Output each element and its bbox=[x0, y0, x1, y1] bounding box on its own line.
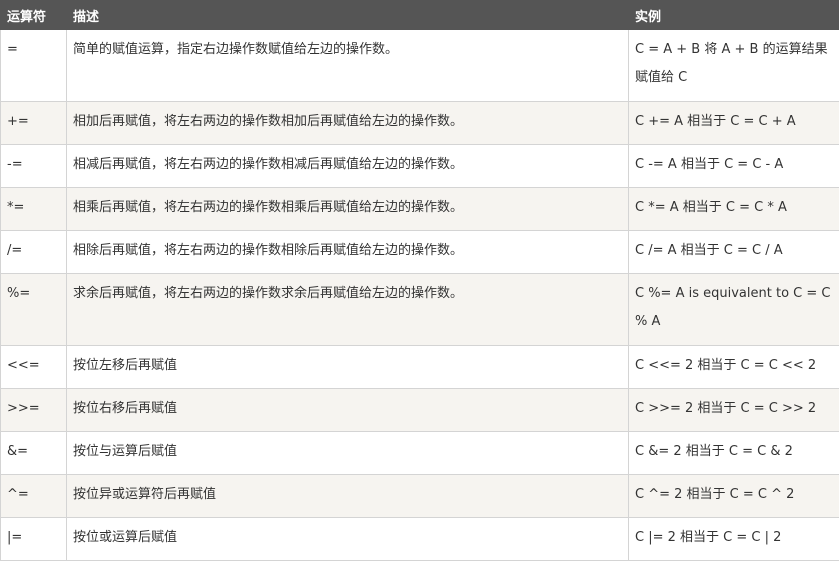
example-cell: C <<= 2 相当于 C = C << 2 bbox=[629, 346, 839, 389]
description-cell: 按位与运算后赋值 bbox=[67, 432, 629, 475]
operator-cell: = bbox=[1, 30, 67, 102]
description-cell: 按位异或运算符后再赋值 bbox=[67, 475, 629, 518]
example-cell: C /= A 相当于 C = C / A bbox=[629, 231, 839, 274]
table-row: *= 相乘后再赋值，将左右两边的操作数相乘后再赋值给左边的操作数。 C *= A… bbox=[1, 188, 839, 231]
operator-cell: %= bbox=[1, 274, 67, 346]
table-row: += 相加后再赋值，将左右两边的操作数相加后再赋值给左边的操作数。 C += A… bbox=[1, 102, 839, 145]
description-cell: 按位左移后再赋值 bbox=[67, 346, 629, 389]
operator-cell: <<= bbox=[1, 346, 67, 389]
description-cell: 相除后再赋值，将左右两边的操作数相除后再赋值给左边的操作数。 bbox=[67, 231, 629, 274]
table-header-row: 运算符 描述 实例 bbox=[1, 1, 839, 30]
example-cell: C &= 2 相当于 C = C & 2 bbox=[629, 432, 839, 475]
table-row: = 简单的赋值运算，指定右边操作数赋值给左边的操作数。 C = A + B 将 … bbox=[1, 30, 839, 102]
example-cell: C ^= 2 相当于 C = C ^ 2 bbox=[629, 475, 839, 518]
header-operator: 运算符 bbox=[1, 1, 67, 30]
header-description: 描述 bbox=[67, 1, 629, 30]
operator-cell: >>= bbox=[1, 389, 67, 432]
description-cell: 相乘后再赋值，将左右两边的操作数相乘后再赋值给左边的操作数。 bbox=[67, 188, 629, 231]
header-example: 实例 bbox=[629, 1, 839, 30]
table-row: ^= 按位异或运算符后再赋值 C ^= 2 相当于 C = C ^ 2 bbox=[1, 475, 839, 518]
table-row: >>= 按位右移后再赋值 C >>= 2 相当于 C = C >> 2 bbox=[1, 389, 839, 432]
operator-cell: *= bbox=[1, 188, 67, 231]
example-cell: C -= A 相当于 C = C - A bbox=[629, 145, 839, 188]
description-cell: 求余后再赋值，将左右两边的操作数求余后再赋值给左边的操作数。 bbox=[67, 274, 629, 346]
example-cell: C %= A is equivalent to C = C % A bbox=[629, 274, 839, 346]
table-row: -= 相减后再赋值，将左右两边的操作数相减后再赋值给左边的操作数。 C -= A… bbox=[1, 145, 839, 188]
operator-cell: -= bbox=[1, 145, 67, 188]
table-row: <<= 按位左移后再赋值 C <<= 2 相当于 C = C << 2 bbox=[1, 346, 839, 389]
table-row: &= 按位与运算后赋值 C &= 2 相当于 C = C & 2 bbox=[1, 432, 839, 475]
description-cell: 相加后再赋值，将左右两边的操作数相加后再赋值给左边的操作数。 bbox=[67, 102, 629, 145]
table-row: |= 按位或运算后赋值 C |= 2 相当于 C = C | 2 bbox=[1, 518, 839, 561]
example-cell: C |= 2 相当于 C = C | 2 bbox=[629, 518, 839, 561]
operator-cell: += bbox=[1, 102, 67, 145]
example-cell: C += A 相当于 C = C + A bbox=[629, 102, 839, 145]
example-cell: C = A + B 将 A + B 的运算结果赋值给 C bbox=[629, 30, 839, 102]
operator-cell: &= bbox=[1, 432, 67, 475]
table-row: /= 相除后再赋值，将左右两边的操作数相除后再赋值给左边的操作数。 C /= A… bbox=[1, 231, 839, 274]
operator-table: 运算符 描述 实例 = 简单的赋值运算，指定右边操作数赋值给左边的操作数。 C … bbox=[0, 0, 839, 561]
description-cell: 按位右移后再赋值 bbox=[67, 389, 629, 432]
operator-cell: |= bbox=[1, 518, 67, 561]
description-cell: 简单的赋值运算，指定右边操作数赋值给左边的操作数。 bbox=[67, 30, 629, 102]
operator-cell: ^= bbox=[1, 475, 67, 518]
operator-cell: /= bbox=[1, 231, 67, 274]
description-cell: 相减后再赋值，将左右两边的操作数相减后再赋值给左边的操作数。 bbox=[67, 145, 629, 188]
example-cell: C >>= 2 相当于 C = C >> 2 bbox=[629, 389, 839, 432]
table-row: %= 求余后再赋值，将左右两边的操作数求余后再赋值给左边的操作数。 C %= A… bbox=[1, 274, 839, 346]
example-cell: C *= A 相当于 C = C * A bbox=[629, 188, 839, 231]
description-cell: 按位或运算后赋值 bbox=[67, 518, 629, 561]
